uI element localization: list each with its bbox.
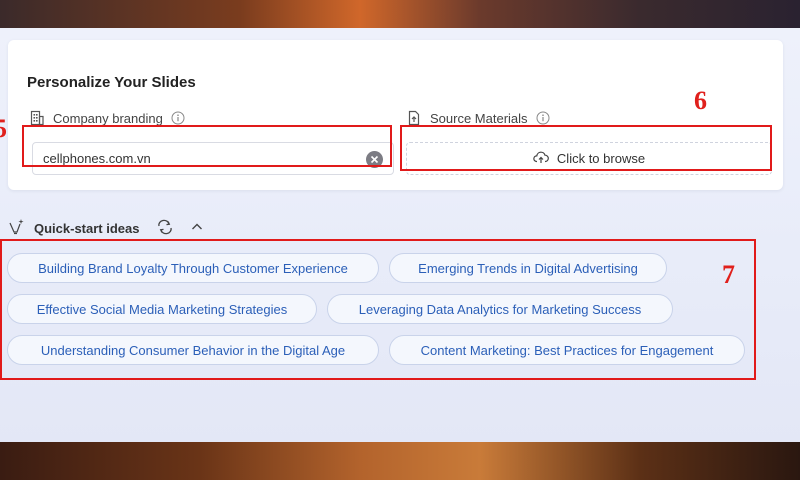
info-icon[interactable] (536, 111, 550, 125)
source-materials-label-text: Source Materials (430, 110, 528, 126)
annotation-box-7 (0, 239, 756, 380)
annotation-number-5: 5 (0, 114, 7, 143)
quick-start-header: Quick-start ideas (8, 218, 204, 239)
refresh-icon[interactable] (156, 219, 174, 238)
lightbulb-sparkle-icon (8, 218, 26, 239)
slides-panel: Personalize Your Slides Company branding (0, 28, 800, 444)
company-branding-label: Company branding (29, 110, 185, 126)
annotation-number-7: 7 (722, 260, 735, 289)
chevron-up-icon[interactable] (190, 220, 204, 237)
annotation-number-6: 6 (694, 86, 707, 115)
background-bottom (0, 442, 800, 480)
annotation-box-6 (400, 125, 772, 171)
quick-start-label: Quick-start ideas (34, 221, 140, 236)
annotation-box-5 (22, 125, 392, 167)
background-top (0, 0, 800, 30)
building-icon (29, 110, 45, 126)
info-icon[interactable] (171, 111, 185, 125)
file-upload-icon (406, 110, 422, 126)
page-title: Personalize Your Slides (27, 74, 196, 91)
company-branding-label-text: Company branding (53, 110, 163, 126)
source-materials-label: Source Materials (406, 110, 550, 126)
